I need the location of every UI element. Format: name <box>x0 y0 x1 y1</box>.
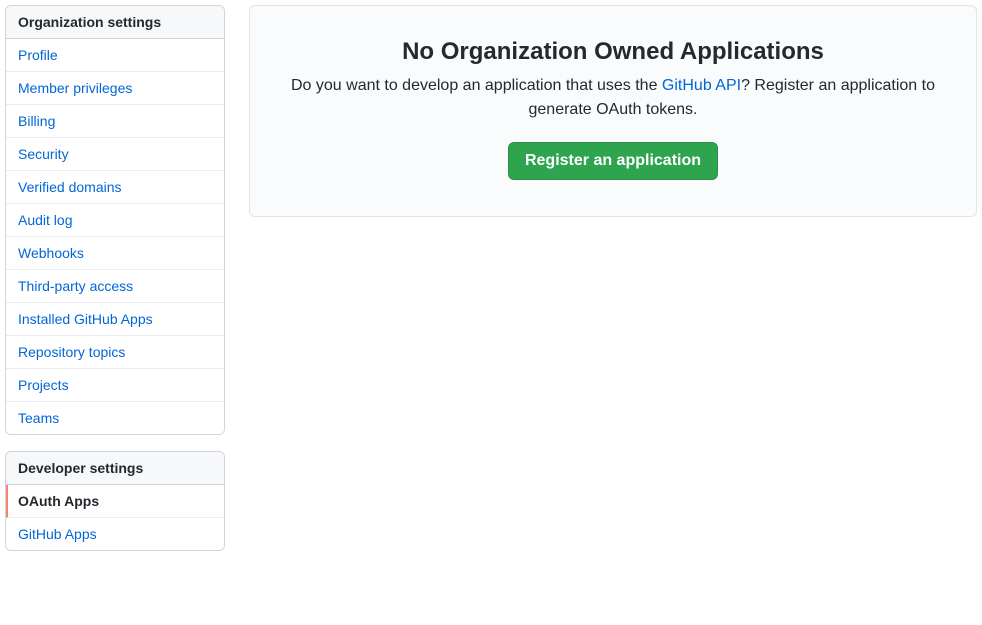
github-api-link[interactable]: GitHub API <box>662 77 741 94</box>
blankslate-description: Do you want to develop an application th… <box>282 74 944 122</box>
sidebar-item-profile[interactable]: Profile <box>6 39 224 72</box>
org-settings-menu: Organization settings Profile Member pri… <box>5 5 225 435</box>
sidebar-item-projects[interactable]: Projects <box>6 369 224 402</box>
sidebar-item-github-apps[interactable]: GitHub Apps <box>6 518 224 550</box>
sidebar-item-member-privileges[interactable]: Member privileges <box>6 72 224 105</box>
org-settings-header: Organization settings <box>6 6 224 39</box>
sidebar-item-verified-domains[interactable]: Verified domains <box>6 171 224 204</box>
main-content: No Organization Owned Applications Do yo… <box>249 5 977 567</box>
desc-pre: Do you want to develop an application th… <box>291 77 662 94</box>
sidebar-item-billing[interactable]: Billing <box>6 105 224 138</box>
developer-settings-menu: Developer settings OAuth Apps GitHub App… <box>5 451 225 551</box>
sidebar-item-webhooks[interactable]: Webhooks <box>6 237 224 270</box>
sidebar-item-security[interactable]: Security <box>6 138 224 171</box>
sidebar-item-oauth-apps[interactable]: OAuth Apps <box>6 485 224 518</box>
settings-sidebar: Organization settings Profile Member pri… <box>5 5 225 567</box>
register-application-button[interactable]: Register an application <box>508 142 718 180</box>
sidebar-item-third-party-access[interactable]: Third-party access <box>6 270 224 303</box>
sidebar-item-teams[interactable]: Teams <box>6 402 224 434</box>
developer-settings-header: Developer settings <box>6 452 224 485</box>
sidebar-item-audit-log[interactable]: Audit log <box>6 204 224 237</box>
sidebar-item-installed-github-apps[interactable]: Installed GitHub Apps <box>6 303 224 336</box>
blankslate-panel: No Organization Owned Applications Do yo… <box>249 5 977 217</box>
blankslate-title: No Organization Owned Applications <box>282 38 944 66</box>
sidebar-item-repository-topics[interactable]: Repository topics <box>6 336 224 369</box>
